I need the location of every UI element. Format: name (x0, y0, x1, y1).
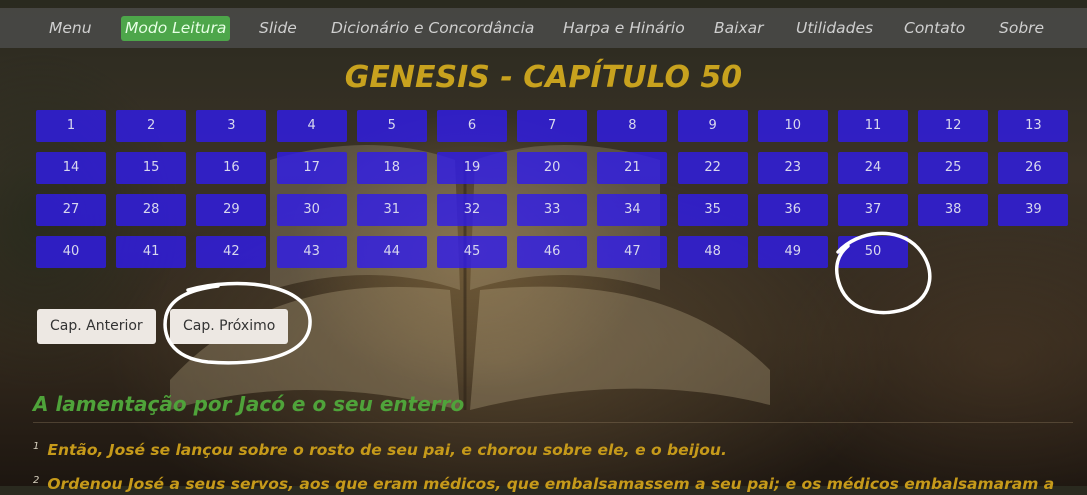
chapter-button-27[interactable]: 27 (36, 194, 106, 226)
chapter-button-12[interactable]: 12 (918, 110, 989, 142)
chapter-button-41[interactable]: 41 (116, 236, 187, 268)
chapter-button-48[interactable]: 48 (677, 236, 748, 268)
chapter-button-15[interactable]: 15 (116, 152, 187, 184)
section-heading: A lamentação por Jacó e o seu enterro (33, 392, 465, 416)
chapter-button-14[interactable]: 14 (36, 152, 106, 184)
verse-2: 2 Ordenou José a seus servos, aos que era… (33, 470, 1087, 495)
nav-harpa-link[interactable]: Harpa e Hinário (559, 16, 689, 41)
chapter-button-29[interactable]: 29 (196, 194, 267, 226)
chapter-button-37[interactable]: 37 (838, 194, 908, 226)
verse-text: Ordenou José a seus servos, aos que eram… (47, 475, 1055, 494)
chapter-button-24[interactable]: 24 (838, 152, 908, 184)
chapter-button-3[interactable]: 3 (196, 110, 267, 142)
nav-dicionario-link[interactable]: Dicionário e Concordância (327, 16, 538, 41)
chapter-button-39[interactable]: 39 (998, 194, 1069, 226)
chapter-button-44[interactable]: 44 (356, 236, 427, 268)
chapter-button-49[interactable]: 49 (757, 236, 828, 268)
chapter-button-5[interactable]: 5 (356, 110, 427, 142)
nav-utilidades-link[interactable]: Utilidades (792, 16, 877, 41)
nav-sobre-link[interactable]: Sobre (995, 16, 1048, 41)
top-navigation-bar: Menu Modo Leitura Slide Dicionário e Con… (0, 8, 1087, 48)
chapter-button-35[interactable]: 35 (677, 194, 748, 226)
chapter-button-34[interactable]: 34 (597, 194, 668, 226)
chapter-button-17[interactable]: 17 (276, 152, 347, 184)
chapter-button-43[interactable]: 43 (276, 236, 347, 268)
chapter-button-1[interactable]: 1 (36, 110, 106, 142)
chapter-button-50[interactable]: 50 (838, 236, 908, 268)
chapter-button-20[interactable]: 20 (517, 152, 588, 184)
chapter-button-47[interactable]: 47 (597, 236, 668, 268)
nav-contato-link[interactable]: Contato (900, 16, 969, 41)
page-title: GENESIS - CAPÍTULO 50 (344, 60, 743, 95)
verse-text: Então, José se lançou sobre o rosto de s… (47, 441, 727, 460)
chapter-button-22[interactable]: 22 (677, 152, 748, 184)
chapter-button-31[interactable]: 31 (356, 194, 427, 226)
chapter-button-46[interactable]: 46 (517, 236, 588, 268)
chapter-button-8[interactable]: 8 (597, 110, 668, 142)
chapter-button-18[interactable]: 18 (356, 152, 427, 184)
verse-1: 1 Então, José se lançou sobre o rosto de … (33, 436, 1087, 461)
chapter-button-21[interactable]: 21 (597, 152, 668, 184)
chapter-button-36[interactable]: 36 (757, 194, 828, 226)
nav-menu-link[interactable]: Menu (45, 16, 96, 41)
chapter-grid: 1 2 3 4 5 6 7 8 9 10 11 12 13 14 15 16 17 18 19 20 21 22 23 24 2… (36, 110, 1076, 270)
verse-number: 1 (33, 441, 40, 452)
chapter-button-45[interactable]: 45 (437, 236, 507, 268)
nav-slide-link[interactable]: Slide (255, 16, 301, 41)
chapter-button-4[interactable]: 4 (276, 110, 347, 142)
chapter-button-30[interactable]: 30 (276, 194, 347, 226)
chapter-button-40[interactable]: 40 (36, 236, 106, 268)
section-divider (33, 422, 1073, 423)
chapter-button-32[interactable]: 32 (437, 194, 507, 226)
chapter-button-9[interactable]: 9 (677, 110, 748, 142)
verse-number: 2 (33, 475, 40, 486)
chapter-button-6[interactable]: 6 (437, 110, 507, 142)
chapter-button-25[interactable]: 25 (918, 152, 989, 184)
chapter-button-2[interactable]: 2 (116, 110, 187, 142)
previous-chapter-button[interactable]: Cap. Anterior (37, 309, 156, 344)
nav-modo-leitura-link[interactable]: Modo Leitura (121, 16, 231, 41)
chapter-button-38[interactable]: 38 (918, 194, 989, 226)
chapter-button-16[interactable]: 16 (196, 152, 267, 184)
chapter-button-7[interactable]: 7 (517, 110, 588, 142)
chapter-button-26[interactable]: 26 (998, 152, 1069, 184)
chapter-button-23[interactable]: 23 (757, 152, 828, 184)
nav-baixar-link[interactable]: Baixar (710, 16, 767, 41)
chapter-button-10[interactable]: 10 (757, 110, 828, 142)
chapter-button-42[interactable]: 42 (196, 236, 267, 268)
chapter-button-28[interactable]: 28 (116, 194, 187, 226)
chapter-button-33[interactable]: 33 (517, 194, 588, 226)
chapter-button-19[interactable]: 19 (437, 152, 507, 184)
chapter-button-11[interactable]: 11 (838, 110, 908, 142)
next-chapter-button[interactable]: Cap. Próximo (170, 309, 289, 344)
chapter-button-13[interactable]: 13 (998, 110, 1069, 142)
